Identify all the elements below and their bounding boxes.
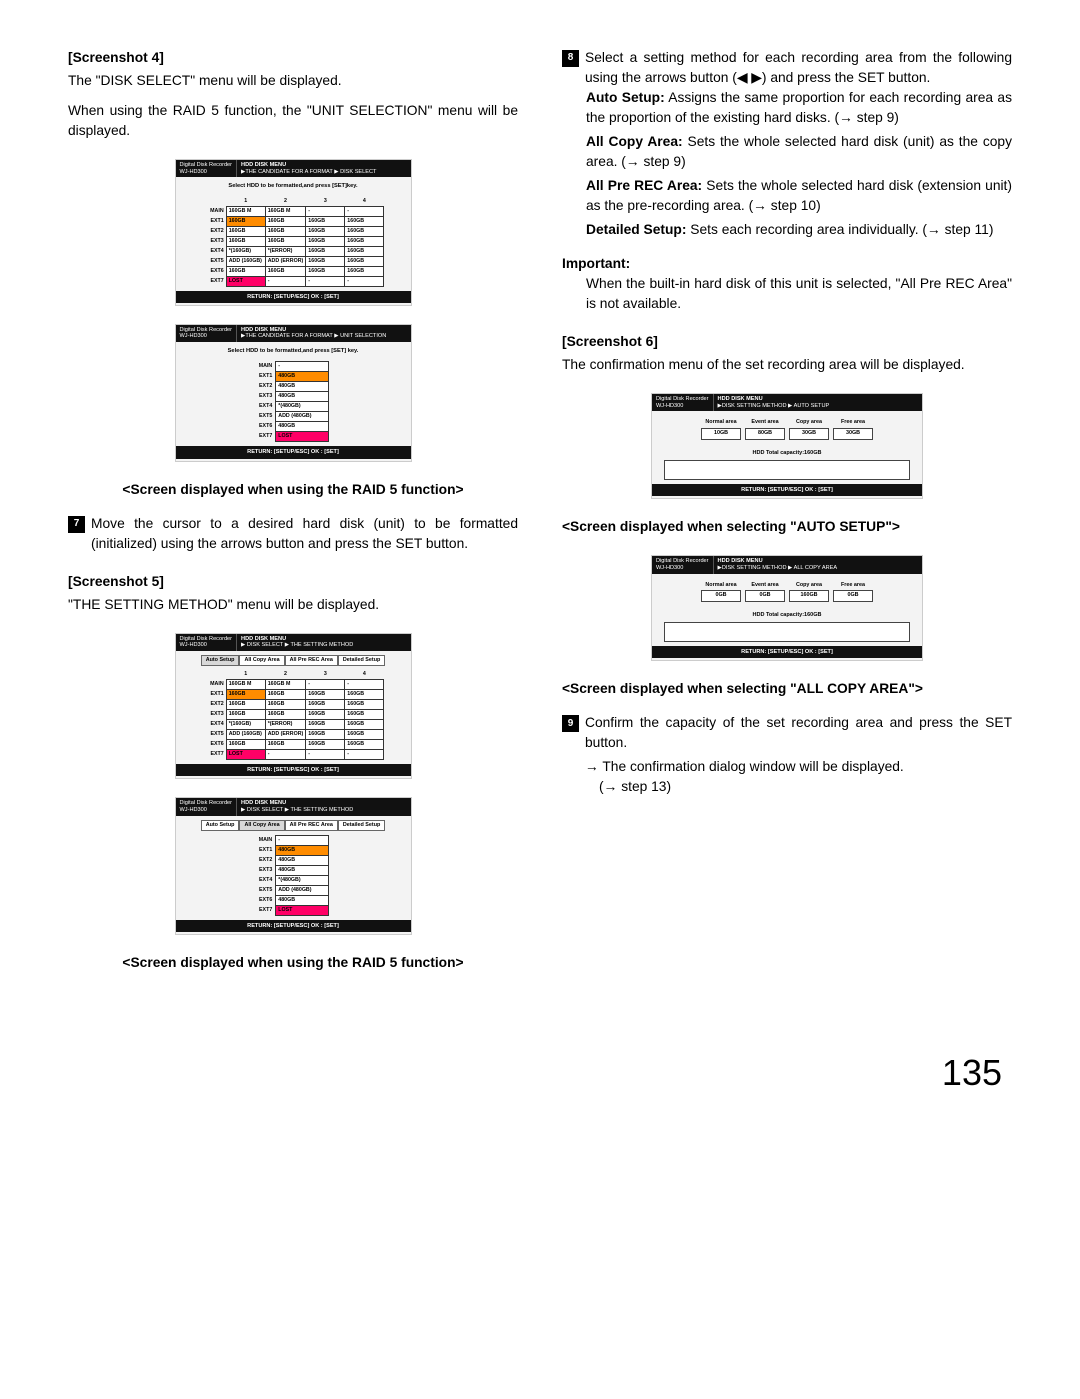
step8-text: Select a setting method for each recordi… [585, 48, 1012, 88]
instruction-text: Select HDD to be formatted,and press [SE… [176, 177, 411, 194]
page-number: 135 [68, 1047, 1012, 1099]
raid5-caption: <Screen displayed when using the RAID 5 … [68, 480, 518, 500]
tab-all-pre-rec-area[interactable]: All Pre REC Area [285, 820, 338, 831]
detailed-term: Detailed Setup: [586, 222, 686, 237]
step-number-7: 7 [68, 516, 85, 533]
step-number-9: 9 [562, 715, 579, 732]
diskselect-panel: Digital Disk Recorder WJ-HD300 HDD DISK … [175, 159, 412, 306]
important-body: When the built-in hard disk of this unit… [562, 274, 1012, 314]
screenshot5-heading: [Screenshot 5] [68, 572, 518, 592]
tab-all-copy-area[interactable]: All Copy Area [239, 655, 284, 666]
tab-all-copy-area[interactable]: All Copy Area [239, 820, 284, 831]
tab-detailed-setup[interactable]: Detailed Setup [338, 820, 385, 831]
all-pre-term: All Pre REC Area: [586, 178, 702, 193]
auto-setup-panel: Digital Disk Recorder WJ-HD300 HDD DISK … [651, 393, 923, 499]
menu-title: HDD DISK MENU [241, 162, 406, 169]
model-label: WJ-HD300 [180, 169, 233, 176]
tab-auto-setup[interactable]: Auto Setup [201, 820, 240, 831]
setting-tabs: Auto Setup All Copy Area All Pre REC Are… [176, 816, 411, 833]
step9-sub-b: (→ step 13) [585, 777, 1012, 797]
body-text: The "DISK SELECT" menu will be displayed… [68, 71, 518, 91]
total-capacity: HDD Total capacity:160GB [652, 450, 922, 458]
settingmethod-unit-panel: Digital Disk Recorder WJ-HD300 HDD DISK … [175, 797, 412, 935]
tab-detailed-setup[interactable]: Detailed Setup [338, 655, 385, 666]
step9-sub-a: → The confirmation dialog window will be… [585, 757, 1012, 777]
body-text: The confirmation menu of the set recordi… [562, 355, 1012, 375]
body-text: "THE SETTING METHOD" menu will be displa… [68, 595, 518, 615]
step9-text: Confirm the capacity of the set recordin… [585, 715, 1012, 750]
screenshot6-heading: [Screenshot 6] [562, 332, 1012, 352]
screenshot4-heading: [Screenshot 4] [68, 48, 518, 68]
breadcrumb: ▶THE CANDIDATE FOR A FORMAT ▶ DISK SELEC… [241, 169, 406, 176]
settingmethod-panel: Digital Disk Recorder WJ-HD300 HDD DISK … [175, 633, 412, 780]
all-copy-panel: Digital Disk Recorder WJ-HD300 HDD DISK … [651, 555, 923, 661]
detailed-body: Sets each recording area individually. (… [686, 222, 993, 237]
setting-tabs: Auto Setup All Copy Area All Pre REC Are… [176, 651, 411, 668]
capacity-bar [664, 460, 910, 480]
unit-list: MAIN- EXT1480GB EXT2480GB EXT3480GB EXT4… [257, 361, 330, 442]
disk-table: 1 2 3 4 MAIN160GB M160GB M-- EXT1160GB16… [202, 197, 385, 287]
recorder-label: Digital Disk Recorder [180, 162, 233, 169]
auto-setup-caption: <Screen displayed when selecting "AUTO S… [562, 517, 1012, 537]
unitselection-panel: Digital Disk Recorder WJ-HD300 HDD DISK … [175, 324, 412, 462]
step-number-8: 8 [562, 50, 579, 67]
all-copy-term: All Copy Area: [586, 134, 683, 149]
unit-list: MAIN- EXT1480GB EXT2480GB EXT3480GB EXT4… [257, 835, 330, 916]
tab-all-pre-rec-area[interactable]: All Pre REC Area [285, 655, 338, 666]
body-text: When using the RAID 5 function, the "UNI… [68, 101, 518, 141]
auto-setup-term: Auto Setup: [586, 90, 665, 105]
all-copy-caption: <Screen displayed when selecting "ALL CO… [562, 679, 1012, 699]
return-bar: RETURN: [SETUP/ESC] OK : [SET] [176, 291, 411, 303]
step7-text: Move the cursor to a desired hard disk (… [91, 514, 518, 554]
capacity-bar [664, 622, 910, 642]
tab-auto-setup[interactable]: Auto Setup [201, 655, 240, 666]
important-label: Important: [562, 254, 1012, 274]
disk-table: 1 2 3 4 MAIN160GB M160GB M-- EXT1160GB16… [202, 670, 385, 760]
raid5-caption: <Screen displayed when using the RAID 5 … [68, 953, 518, 973]
